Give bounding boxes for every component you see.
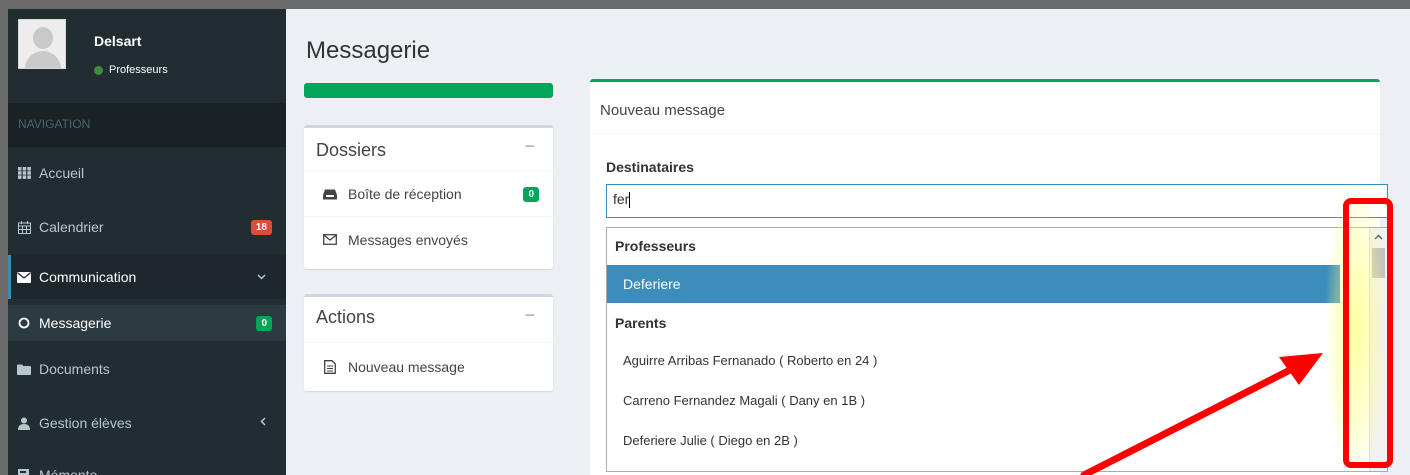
annotation-arrow xyxy=(1080,353,1323,475)
